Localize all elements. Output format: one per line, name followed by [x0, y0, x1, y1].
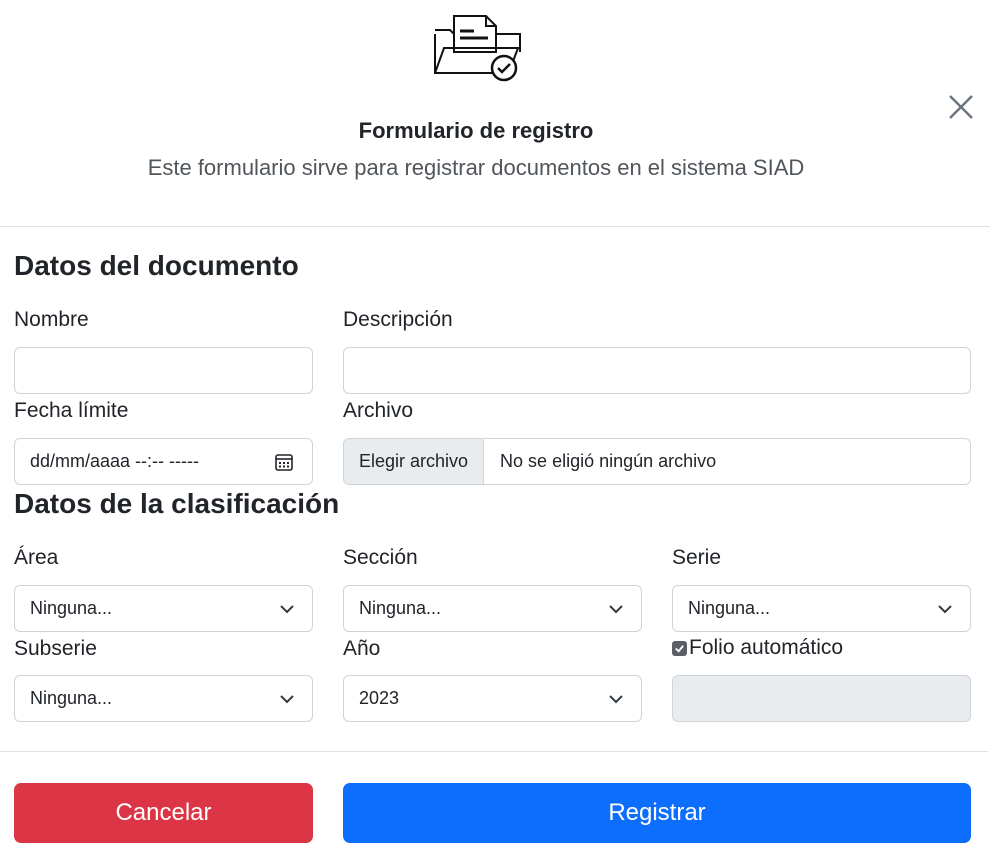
seccion-label: Sección: [343, 546, 418, 569]
archivo-label: Archivo: [343, 399, 414, 422]
register-button[interactable]: Registrar: [343, 783, 971, 843]
header-divider: [0, 226, 990, 227]
cancel-button[interactable]: Cancelar: [14, 783, 313, 843]
document-section-title: Datos del documento: [14, 250, 299, 281]
modal-subtitle: Este formulario sirve para registrar doc…: [147, 155, 805, 180]
archivo-input[interactable]: Elegir archivo No se eligió ningún archi…: [343, 438, 971, 485]
seccion-select[interactable]: Ninguna...: [343, 585, 642, 632]
chevron-down-icon: [938, 605, 952, 614]
modal-header: Formulario de registro Este formulario s…: [0, 0, 990, 227]
descripcion-input[interactable]: [343, 347, 971, 394]
file-status: No se eligió ningún archivo: [500, 451, 717, 471]
folio-label: Folio automático: [689, 636, 844, 659]
calendar-icon[interactable]: [274, 452, 294, 472]
folio-checkbox[interactable]: [672, 640, 687, 656]
chevron-down-icon: [609, 605, 623, 614]
fecha-placeholder: dd/mm/aaaa --:-- -----: [30, 451, 200, 471]
registration-modal: Formulario de registro Este formulario s…: [0, 0, 990, 857]
folio-automatico-toggle[interactable]: Folio automático: [672, 636, 843, 660]
anio-select[interactable]: 2023: [343, 675, 642, 722]
footer-divider: [0, 751, 988, 752]
subserie-label: Subserie: [14, 637, 97, 660]
serie-select[interactable]: Ninguna...: [672, 585, 971, 632]
area-label: Área: [14, 546, 59, 569]
folio-input: [672, 675, 971, 722]
chevron-down-icon: [609, 695, 623, 704]
classification-section-title: Datos de la clasificación: [14, 488, 340, 519]
fecha-limite-input[interactable]: dd/mm/aaaa --:-- -----: [14, 438, 313, 485]
chevron-down-icon: [280, 695, 294, 704]
document-folder-check-icon: [434, 15, 521, 82]
nombre-input[interactable]: [14, 347, 313, 394]
fecha-label: Fecha límite: [14, 399, 129, 422]
area-select[interactable]: Ninguna...: [14, 585, 313, 632]
area-select-value: Ninguna...: [30, 598, 113, 618]
modal-title: Formulario de registro: [358, 118, 594, 143]
chevron-down-icon: [280, 605, 294, 614]
serie-select-value: Ninguna...: [688, 598, 771, 618]
serie-label: Serie: [672, 546, 722, 569]
subserie-select[interactable]: Ninguna...: [14, 675, 313, 722]
descripcion-label: Descripción: [343, 308, 453, 331]
anio-select-value: 2023: [359, 688, 400, 708]
subserie-select-value: Ninguna...: [30, 688, 113, 708]
choose-file-button[interactable]: Elegir archivo: [344, 439, 485, 484]
anio-label: Año: [343, 637, 381, 660]
nombre-label: Nombre: [14, 308, 89, 331]
seccion-select-value: Ninguna...: [359, 598, 442, 618]
checkmark-icon: [675, 644, 684, 653]
